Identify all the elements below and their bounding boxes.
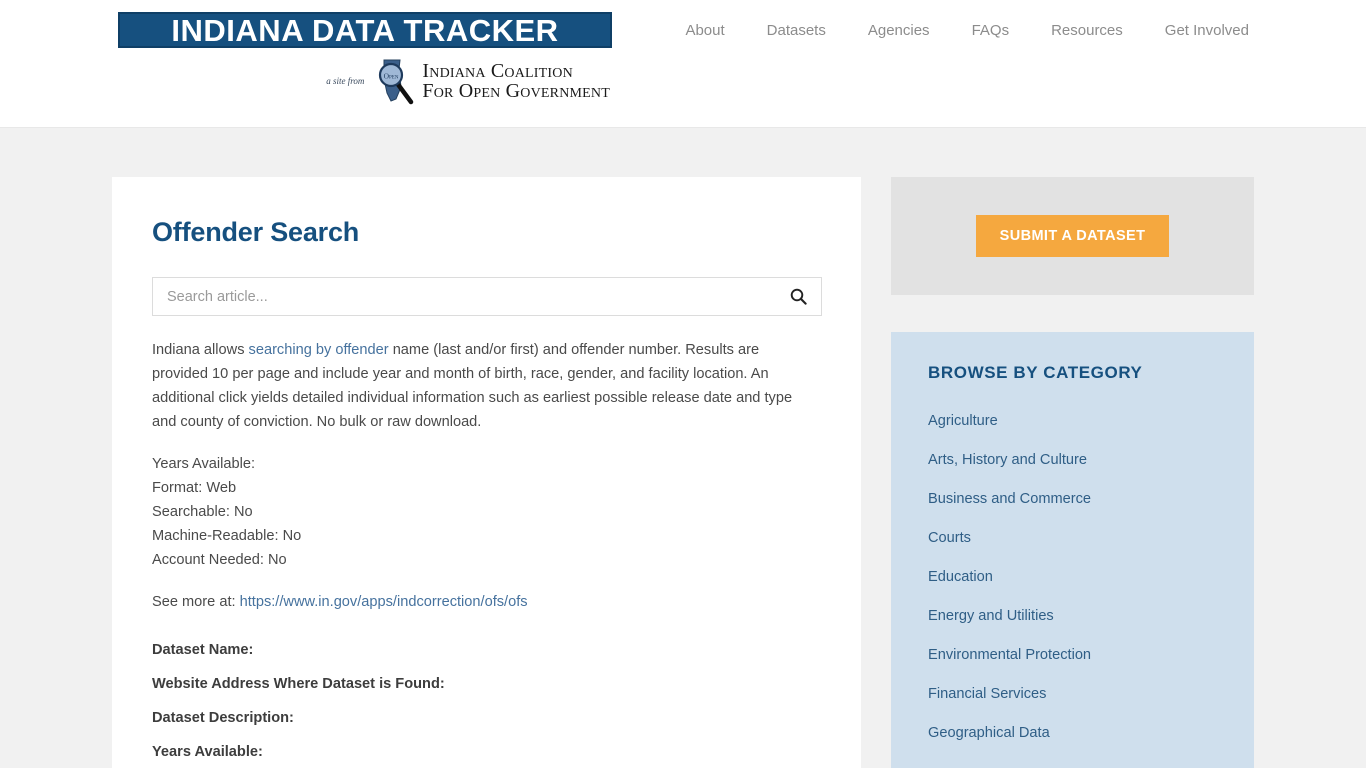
article-description: Indiana allows searching by offender nam… <box>152 338 816 434</box>
meta-format: Format: Web <box>152 480 237 496</box>
brand-sub-prefix: a site from <box>326 76 365 86</box>
meta-machine-readable: Machine-Readable: No <box>152 528 302 544</box>
nav-item-faqs[interactable]: FAQs <box>951 20 1031 41</box>
category-item-arts-history-culture[interactable]: Arts, History and Culture <box>928 452 1218 468</box>
category-item-business-commerce[interactable]: Business and Commerce <box>928 491 1218 507</box>
category-item-agriculture[interactable]: Agriculture <box>928 413 1218 429</box>
category-item-courts[interactable]: Courts <box>928 530 1218 546</box>
dataset-source-url[interactable]: https://www.in.gov/apps/indcorrection/of… <box>240 594 528 610</box>
icog-line-2: For Open Government <box>422 80 610 102</box>
nav-item-agencies[interactable]: Agencies <box>847 20 951 41</box>
searching-by-offender-link[interactable]: searching by offender <box>249 342 389 358</box>
meta-years-available: Years Available: <box>152 456 256 472</box>
brand-banner: INDIANA DATA TRACKER <box>118 12 612 48</box>
search-submit-button[interactable] <box>775 278 821 315</box>
brand-sublogo: a site from Open Indiana Coalition For O… <box>118 57 612 105</box>
meta-account-needed: Account Needed: No <box>152 552 287 568</box>
meta-searchable: Searchable: No <box>152 504 253 520</box>
dataset-meta-list: Years Available: Format: Web Searchable:… <box>152 452 823 572</box>
icog-line-1: Indiana Coalition <box>422 59 573 82</box>
search-input[interactable] <box>153 278 775 315</box>
nav-item-datasets[interactable]: Datasets <box>746 20 847 41</box>
page-title: Offender Search <box>152 217 360 247</box>
category-panel-title: BROWSE BY CATEGORY <box>928 363 1143 382</box>
article-card: Offender Search Indiana allows searching… <box>112 177 861 768</box>
field-dataset-name: Dataset Name: <box>152 642 254 658</box>
category-item-environmental-protection[interactable]: Environmental Protection <box>928 647 1218 663</box>
sidebar: SUBMIT A DATASET BROWSE BY CATEGORY Agri… <box>891 177 1254 768</box>
field-website-address: Website Address Where Dataset is Found: <box>152 676 445 692</box>
category-item-geographical-data[interactable]: Geographical Data <box>928 725 1218 741</box>
submit-dataset-button[interactable]: SUBMIT A DATASET <box>975 215 1170 257</box>
brand-title: INDIANA DATA TRACKER <box>171 12 559 48</box>
article-search-box <box>152 277 822 316</box>
indiana-magnifier-icon: Open <box>379 59 414 105</box>
see-more-label: See more at: <box>152 594 240 610</box>
logo-badge-text: Open <box>384 72 399 81</box>
nav-item-resources[interactable]: Resources <box>1030 20 1144 41</box>
site-header: INDIANA DATA TRACKER a site from Open In… <box>0 0 1366 128</box>
main-navigation: About Datasets Agencies FAQs Resources G… <box>664 20 1270 41</box>
search-icon <box>790 288 807 305</box>
browse-by-category-panel: BROWSE BY CATEGORY Agriculture Arts, His… <box>891 332 1254 768</box>
see-more-line: See more at: https://www.in.gov/apps/ind… <box>152 590 823 614</box>
submit-dataset-panel: SUBMIT A DATASET <box>891 177 1254 295</box>
site-logo[interactable]: INDIANA DATA TRACKER a site from Open In… <box>118 12 612 105</box>
icog-wordmark: Indiana Coalition For Open Government <box>422 59 610 102</box>
nav-item-get-involved[interactable]: Get Involved <box>1144 20 1270 41</box>
category-item-education[interactable]: Education <box>928 569 1218 585</box>
field-years-available: Years Available: <box>152 744 263 760</box>
category-item-financial-services[interactable]: Financial Services <box>928 686 1218 702</box>
page-body: Offender Search Indiana allows searching… <box>0 128 1366 768</box>
field-dataset-description: Dataset Description: <box>152 710 294 726</box>
nav-item-about[interactable]: About <box>664 20 745 41</box>
description-prefix: Indiana allows <box>152 342 249 358</box>
category-item-energy-utilities[interactable]: Energy and Utilities <box>928 608 1218 624</box>
